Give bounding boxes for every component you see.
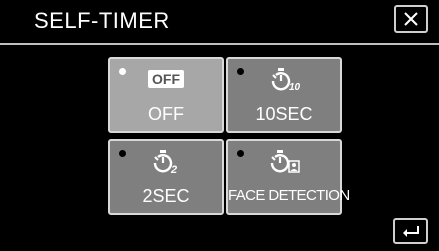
header-divider xyxy=(0,43,439,45)
option-label: 10SEC xyxy=(255,104,313,124)
timer-10-icon: 10 xyxy=(228,63,340,95)
svg-text:10: 10 xyxy=(289,82,301,93)
timer-off-icon: OFF xyxy=(110,63,222,95)
option-off-tile[interactable]: OFF OFF xyxy=(108,57,224,133)
page-title: SELF-TIMER xyxy=(34,8,170,33)
option-10sec-tile[interactable]: 10 10SEC xyxy=(226,57,342,133)
svg-text:2: 2 xyxy=(170,164,177,176)
option-label: FACE DETECTION xyxy=(228,187,350,204)
timer-2-icon: 2 xyxy=(110,145,222,177)
header-bar: SELF-TIMER xyxy=(0,0,439,43)
option-label: 2SEC xyxy=(142,186,190,206)
back-button[interactable] xyxy=(393,218,428,244)
timer-face-icon xyxy=(228,145,340,177)
close-button[interactable] xyxy=(394,5,428,33)
option-2sec-tile[interactable]: 2 2SEC xyxy=(108,139,224,215)
close-icon xyxy=(404,12,418,26)
return-arrow-icon xyxy=(402,226,419,237)
option-face-detection-tile[interactable]: FACE DETECTION xyxy=(226,139,350,215)
option-label: OFF xyxy=(148,104,184,124)
